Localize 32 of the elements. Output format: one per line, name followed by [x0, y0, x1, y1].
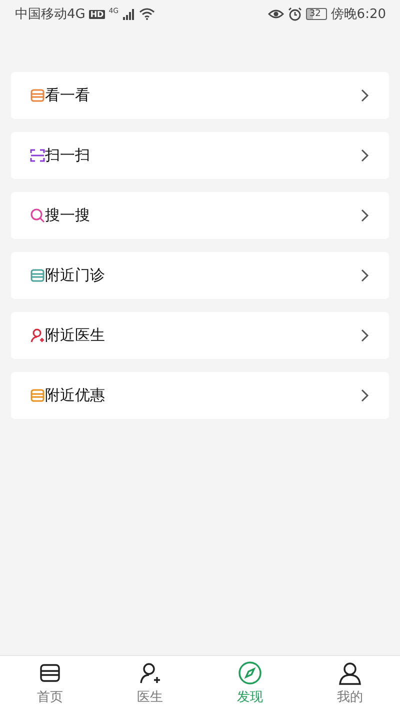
chevron-right-icon — [361, 209, 369, 222]
nav-tab[interactable]: 我的 — [300, 656, 400, 711]
menu-item[interactable]: 附近优惠 — [11, 372, 389, 419]
menu-label: 附近医生 — [45, 326, 106, 345]
chevron-right-icon — [361, 269, 369, 282]
compass-icon — [238, 661, 262, 685]
menu-item[interactable]: 看一看 — [11, 72, 389, 119]
battery-indicator: 32 — [306, 8, 327, 20]
status-time: 傍晚6:20 — [330, 6, 386, 23]
hd-badge: HD — [89, 10, 105, 18]
menu-label: 附近优惠 — [45, 386, 106, 405]
menu-item[interactable]: 附近医生 — [11, 312, 389, 359]
menu-label: 搜一搜 — [45, 206, 91, 225]
nav-tab[interactable]: 医生 — [100, 656, 200, 711]
menu-label: 扫一扫 — [45, 146, 91, 165]
wifi-icon — [138, 8, 155, 20]
menu-item[interactable]: 扫一扫 — [11, 132, 389, 179]
chevron-right-icon — [361, 329, 369, 342]
menu-item[interactable]: 搜一搜 — [11, 192, 389, 239]
signal-icon — [122, 8, 135, 20]
chevron-right-icon — [361, 89, 369, 102]
carrier-name: 中国移动4G — [15, 6, 86, 23]
chevron-right-icon — [361, 389, 369, 402]
eye-icon — [268, 8, 284, 20]
person-icon — [338, 661, 362, 685]
alarm-icon — [288, 7, 302, 21]
menu-label: 看一看 — [45, 86, 91, 105]
menu-label: 附近门诊 — [45, 266, 106, 285]
chevron-right-icon — [361, 149, 369, 162]
menu-item[interactable]: 附近门诊 — [11, 252, 389, 299]
nav-tab[interactable]: 首页 — [0, 656, 100, 711]
person-plus-icon — [138, 661, 162, 685]
